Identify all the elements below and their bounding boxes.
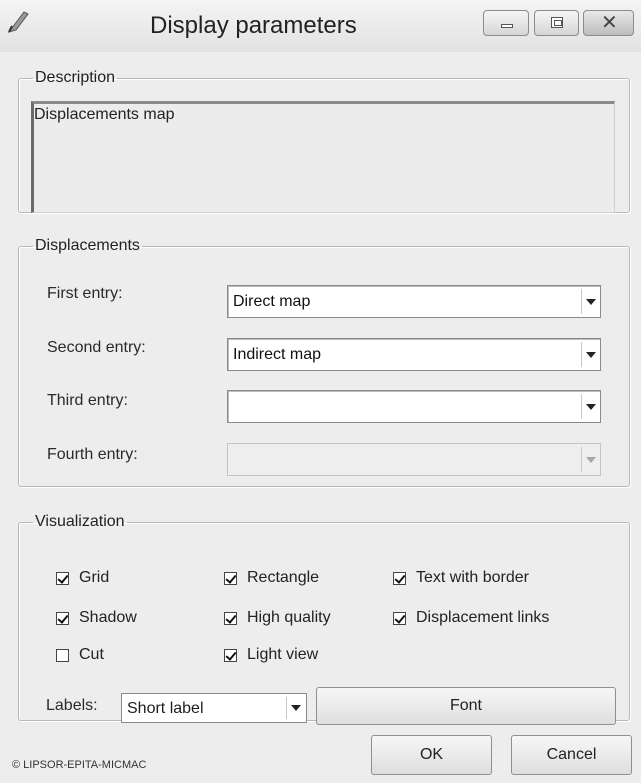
first-entry-label: First entry:	[47, 285, 123, 302]
high-quality-checkbox[interactable]: High quality	[224, 609, 331, 627]
grid-checkbox[interactable]: Grid	[56, 569, 109, 587]
chevron-down-icon[interactable]	[286, 697, 303, 719]
text-with-border-checkbox[interactable]: Text with border	[393, 569, 529, 587]
labels-value: Short label	[127, 700, 204, 717]
visualization-legend: Visualization	[35, 513, 125, 530]
cancel-button[interactable]: Cancel	[511, 735, 632, 775]
maximize-icon	[551, 17, 563, 28]
rectangle-checkbox[interactable]: Rectangle	[224, 569, 319, 587]
description-legend: Description	[35, 69, 116, 86]
third-entry-combo[interactable]	[227, 390, 601, 423]
first-entry-combo[interactable]: Direct map	[227, 285, 601, 318]
high-quality-label: High quality	[247, 609, 331, 626]
visualization-group: Visualization Grid Rectangle Text with b…	[18, 513, 630, 725]
minimize-icon	[501, 24, 513, 28]
displacement-links-checkbox[interactable]: Displacement links	[393, 609, 549, 627]
checkbox-checked-icon[interactable]	[224, 611, 237, 625]
description-textarea[interactable]: Displacements map	[31, 101, 615, 213]
fourth-entry-label: Fourth entry:	[47, 446, 138, 463]
window-title: Display parameters	[150, 12, 357, 39]
close-icon: ✕	[601, 12, 618, 34]
shadow-label: Shadow	[79, 609, 137, 626]
first-entry-value: Direct map	[233, 293, 311, 310]
checkbox-checked-icon[interactable]	[56, 611, 69, 625]
checkbox-checked-icon[interactable]	[393, 611, 406, 625]
title-bar: Display parameters ✕	[0, 0, 641, 52]
chevron-down-icon[interactable]	[581, 394, 598, 419]
shadow-checkbox[interactable]: Shadow	[56, 609, 137, 627]
close-button[interactable]: ✕	[583, 10, 634, 36]
description-group: Description Displacements map	[18, 69, 630, 213]
copyright-text: © LIPSOR-EPITA-MICMAC	[12, 759, 147, 771]
grid-label: Grid	[79, 569, 110, 586]
checkbox-checked-icon[interactable]	[393, 571, 406, 585]
labels-combo[interactable]: Short label	[121, 693, 307, 723]
light-view-checkbox[interactable]: Light view	[224, 646, 318, 664]
rectangle-label: Rectangle	[247, 569, 320, 586]
checkbox-checked-icon[interactable]	[56, 571, 69, 585]
font-button[interactable]: Font	[316, 687, 616, 725]
displacements-group: Displacements First entry: Direct map Se…	[18, 237, 630, 487]
maximize-button[interactable]	[534, 10, 579, 36]
second-entry-value: Indirect map	[233, 346, 322, 363]
cut-checkbox[interactable]: Cut	[56, 646, 104, 664]
checkbox-unchecked-icon[interactable]	[56, 648, 69, 662]
chevron-down-icon[interactable]	[581, 342, 598, 367]
chevron-down-icon	[581, 447, 598, 472]
checkbox-checked-icon[interactable]	[224, 571, 237, 585]
labels-caption: Labels:	[46, 697, 98, 714]
chevron-down-icon[interactable]	[581, 289, 598, 314]
checkbox-checked-icon[interactable]	[224, 648, 237, 662]
feather-quill-icon	[7, 11, 29, 33]
light-view-label: Light view	[247, 646, 319, 663]
displacement-links-label: Displacement links	[416, 609, 550, 626]
second-entry-label: Second entry:	[47, 339, 146, 356]
ok-button[interactable]: OK	[371, 735, 492, 775]
fourth-entry-combo	[227, 443, 601, 476]
text-with-border-label: Text with border	[416, 569, 529, 586]
third-entry-label: Third entry:	[47, 392, 128, 409]
minimize-button[interactable]	[483, 10, 529, 36]
second-entry-combo[interactable]: Indirect map	[227, 338, 601, 371]
displacements-legend: Displacements	[35, 237, 140, 254]
cut-label: Cut	[79, 646, 104, 663]
